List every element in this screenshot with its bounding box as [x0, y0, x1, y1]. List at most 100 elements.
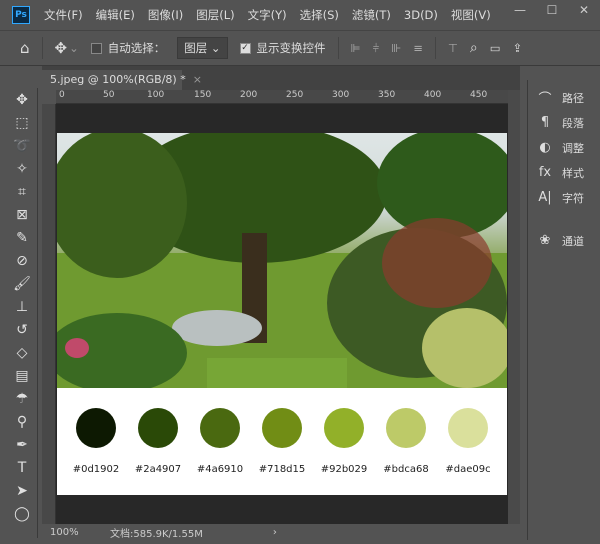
- swatch-circle: [262, 408, 302, 448]
- panel-label: 通道: [562, 234, 584, 248]
- ruler-tick: 350: [378, 90, 396, 100]
- eraser-icon[interactable]: ◇: [6, 341, 38, 364]
- frame-tool-icon[interactable]: ⊠: [6, 203, 38, 226]
- ruler-tick: 0: [59, 90, 65, 100]
- show-transform-label: 显示变换控件: [256, 41, 326, 55]
- home-icon[interactable]: ⌂: [20, 39, 30, 57]
- swatch-label: #4a6910: [196, 464, 244, 475]
- swatch-circle: [386, 408, 426, 448]
- vertical-ruler: [42, 104, 56, 524]
- dodge-tool-icon[interactable]: ⚲: [6, 410, 38, 433]
- panel-label: 路径: [562, 91, 584, 105]
- magic-wand-icon[interactable]: ✧: [6, 157, 38, 180]
- styles-icon: fx: [538, 165, 552, 180]
- character-icon: A|: [538, 190, 552, 205]
- color-swatch: #718d15: [252, 388, 312, 495]
- eyedropper-icon[interactable]: ✎: [6, 226, 38, 249]
- minimize-button[interactable]: —: [504, 0, 536, 22]
- maximize-button[interactable]: ☐: [536, 0, 568, 22]
- ruler-tick: 150: [194, 90, 212, 100]
- color-swatches: #0d1902 #2a4907 #4a6910 #718d15 #92b029 #bdca…: [57, 388, 507, 495]
- menu-select[interactable]: 选择(S): [300, 7, 339, 23]
- swatch-label: #dae09c: [445, 464, 491, 475]
- marquee-tool-icon[interactable]: ⬚: [6, 111, 38, 134]
- align-right-icon[interactable]: ⊪: [391, 41, 401, 55]
- ruler-tick: 50: [103, 90, 115, 100]
- menu-type[interactable]: 文字(Y): [248, 7, 287, 23]
- swatch-circle: [200, 408, 240, 448]
- menu-3d[interactable]: 3D(D): [404, 8, 438, 22]
- stamp-tool-icon[interactable]: ⊥: [6, 295, 38, 318]
- status-bar: 100% 文档:585.9K/1.55M ›: [42, 524, 520, 540]
- panel-channels[interactable]: ❀ 通道: [528, 228, 597, 253]
- window-controls: — ☐ ✕: [504, 0, 600, 22]
- swatch-label: #0d1902: [72, 464, 120, 475]
- menu-image[interactable]: 图像(I): [148, 7, 183, 23]
- panel-label: 样式: [562, 166, 584, 180]
- ellipse-tool-icon[interactable]: ◯: [6, 502, 38, 525]
- color-swatch: #bdca68: [376, 388, 436, 495]
- photoshop-logo: Ps: [12, 6, 30, 24]
- panel-adjustments[interactable]: ◐ 调整: [528, 135, 597, 160]
- move-tool-icon[interactable]: ✥: [55, 39, 68, 57]
- checkbox-checked-icon[interactable]: ✓: [239, 42, 251, 54]
- vertical-scrollbar[interactable]: [508, 90, 520, 524]
- workspace-icon[interactable]: ▭: [490, 41, 501, 55]
- ruler-tick: 200: [240, 90, 258, 100]
- panel-styles[interactable]: fx 样式: [528, 160, 597, 185]
- horizontal-ruler: 0 50 100 150 200 250 300 350 400 450: [56, 90, 508, 104]
- show-transform-checkbox[interactable]: ✓ 显示变换控件: [239, 40, 326, 56]
- crop-tool-icon[interactable]: ⌗: [6, 180, 38, 203]
- blur-tool-icon[interactable]: ☂: [6, 387, 38, 410]
- layer-select-dropdown[interactable]: 图层 ⌄: [177, 37, 228, 59]
- type-tool-icon[interactable]: T: [6, 456, 38, 479]
- chevron-down-icon[interactable]: ⌄: [69, 41, 79, 55]
- menu-filter[interactable]: 滤镜(T): [352, 7, 391, 23]
- color-swatch: #4a6910: [190, 388, 250, 495]
- swatch-label: #718d15: [258, 464, 306, 475]
- panel-paragraph[interactable]: ¶ 段落: [528, 110, 597, 135]
- panel-label: 段落: [562, 116, 584, 130]
- menu-view[interactable]: 视图(V): [451, 7, 491, 23]
- checkbox-icon[interactable]: [90, 42, 102, 54]
- align-center-icon[interactable]: ⫩: [373, 41, 380, 56]
- pen-tool-icon[interactable]: ✒: [6, 433, 38, 456]
- history-brush-icon[interactable]: ↺: [6, 318, 38, 341]
- color-swatch: #0d1902: [66, 388, 126, 495]
- align-top-icon[interactable]: ⊤: [448, 41, 458, 55]
- search-icon[interactable]: ⌕: [470, 40, 478, 56]
- menu-edit[interactable]: 编辑(E): [96, 7, 135, 23]
- menu-file[interactable]: 文件(F): [44, 7, 83, 23]
- move-tool-icon[interactable]: ✥: [6, 88, 38, 111]
- document-tab-title: 5.jpeg @ 100%(RGB/8) *: [50, 73, 186, 86]
- document-tab[interactable]: 5.jpeg @ 100%(RGB/8) * ×: [42, 70, 202, 90]
- swatch-label: #92b029: [320, 464, 368, 475]
- distribute-icon[interactable]: ≡: [413, 41, 423, 55]
- gradient-tool-icon[interactable]: ▤: [6, 364, 38, 387]
- swatch-circle: [138, 408, 178, 448]
- auto-select-checkbox[interactable]: 自动选择：: [90, 40, 165, 56]
- chevron-right-icon[interactable]: ›: [273, 527, 277, 538]
- align-left-icon[interactable]: ⊫: [351, 41, 361, 55]
- panel-paths[interactable]: ⌒ 路径: [528, 85, 597, 110]
- close-button[interactable]: ✕: [568, 0, 600, 22]
- channels-icon: ❀: [539, 233, 551, 248]
- adjustments-icon: ◐: [539, 140, 551, 155]
- swatch-label: #bdca68: [383, 464, 429, 475]
- panel-label: 调整: [562, 141, 584, 155]
- zoom-level[interactable]: 100%: [50, 527, 110, 538]
- panel-character[interactable]: A| 字符: [528, 185, 597, 210]
- swatch-circle: [448, 408, 488, 448]
- path-selection-icon[interactable]: ➤: [6, 479, 38, 502]
- healing-brush-icon[interactable]: ⊘: [6, 249, 38, 272]
- options-bar: ⌂ ✥ ⌄ 自动选择： 图层 ⌄ ✓ 显示变换控件 ⊫ ⫩ ⊪ ≡ ⊤ ⌕ ▭ ⇪: [0, 30, 600, 66]
- share-icon[interactable]: ⇪: [513, 41, 523, 55]
- tab-close-icon[interactable]: ×: [193, 73, 202, 86]
- lasso-tool-icon[interactable]: ➰: [6, 134, 38, 157]
- ruler-tick: 100: [147, 90, 165, 100]
- paths-icon: ⌒: [538, 92, 552, 107]
- brush-tool-icon[interactable]: 🖌: [6, 272, 38, 295]
- color-swatch: #dae09c: [438, 388, 498, 495]
- ruler-tick: 400: [424, 90, 442, 100]
- menu-layer[interactable]: 图层(L): [196, 7, 234, 23]
